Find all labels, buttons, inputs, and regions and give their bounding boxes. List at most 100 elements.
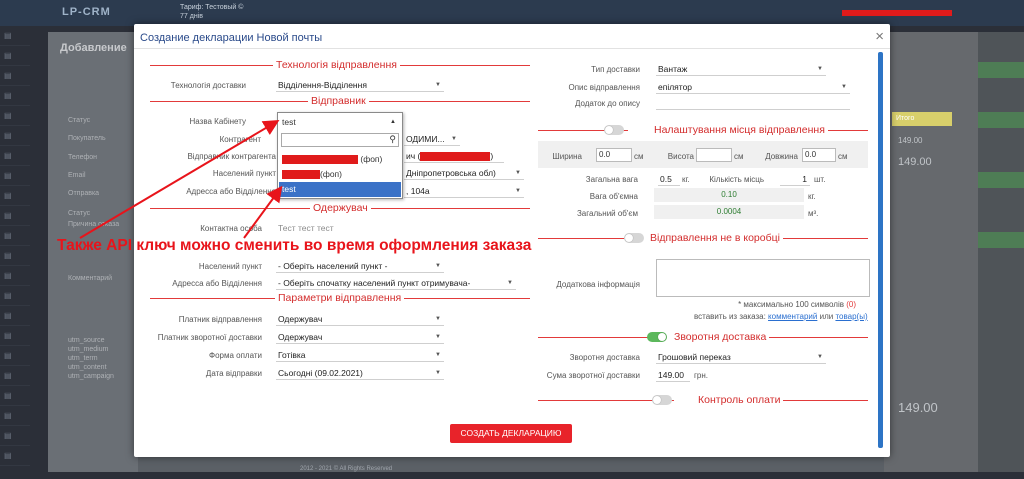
insert-comment-link[interactable]: комментарий xyxy=(768,312,817,321)
extra-info-textarea[interactable] xyxy=(656,259,870,297)
unit-label: шт. xyxy=(814,175,826,184)
bg-label: Причина отказа xyxy=(68,221,120,228)
create-declaration-button[interactable]: СОЗДАТЬ ДЕКЛАРАЦИЮ xyxy=(450,424,572,443)
sidebar-item[interactable]: ▤ xyxy=(0,386,30,406)
sidebar-item[interactable]: ▤ xyxy=(0,306,30,326)
not-in-box-toggle[interactable] xyxy=(624,233,644,243)
bg-utm-label: utm_campaign xyxy=(68,373,114,380)
sidebar-item[interactable]: ▤ xyxy=(0,326,30,346)
search-icon: ⚲ xyxy=(389,134,396,144)
background-totals: Итого 149.00 149.00 149.00 xyxy=(884,32,978,472)
extra-info-label: Додаткова інформація xyxy=(556,280,640,289)
places-input[interactable]: 1 xyxy=(780,172,810,186)
sender-city-select[interactable]: Дніпропетровська обл) ▼ xyxy=(404,166,524,180)
app-sidebar: ▤ ▤ ▤ ▤ ▤ ▤ ▤ ▤ ▤ ▤ ▤ ▤ ▤ ▤ ▤ ▤ ▤ ▤ ▤ ▤ … xyxy=(0,26,30,479)
bg-total-header: Итого xyxy=(892,112,952,126)
delivery-type-label: Тип доставки xyxy=(591,65,640,74)
bg-title: Добавление xyxy=(60,42,127,54)
return-sum-input[interactable]: 149.00 xyxy=(656,368,690,382)
addition-input[interactable] xyxy=(656,96,850,110)
width-input[interactable]: 0.0 xyxy=(596,148,632,162)
sidebar-item[interactable]: ▤ xyxy=(0,26,30,46)
sidebar-item[interactable]: ▤ xyxy=(0,126,30,146)
sidebar-item[interactable]: ▤ xyxy=(0,246,30,266)
height-label: Висота xyxy=(667,152,694,161)
cabinet-search-input[interactable]: ⚲ xyxy=(281,133,399,147)
section-sender: Відправник xyxy=(150,95,530,107)
section-not-in-box: Відправлення не в коробці xyxy=(538,232,868,244)
addition-label: Додаток до опису xyxy=(574,99,640,108)
send-date-label: Дата відправки xyxy=(205,369,262,378)
max-chars-note: * максимально 100 символів (0) xyxy=(738,300,856,309)
bg-total-value: 149.00 xyxy=(898,156,932,168)
delivery-type-select[interactable]: Вантаж ▼ xyxy=(656,62,826,76)
cabinet-selected[interactable]: test ▲ xyxy=(280,115,400,129)
places-label: Кількість місць xyxy=(709,175,764,184)
return-delivery-label: Зворотня доставка xyxy=(569,353,640,362)
sidebar-item[interactable]: ▤ xyxy=(0,86,30,106)
cabinet-dropdown[interactable]: test ▲ ⚲ (фоп) (фоп) test xyxy=(277,112,403,199)
section-place-settings: Налаштування місця відправлення xyxy=(538,124,868,136)
sidebar-item[interactable]: ▤ xyxy=(0,106,30,126)
unit-label: кг. xyxy=(808,192,816,201)
bg-label: Статус xyxy=(68,117,91,124)
volume-label: Загальний об'єм xyxy=(576,209,638,218)
sidebar-item[interactable]: ▤ xyxy=(0,286,30,306)
section-receiver: Одержувач xyxy=(150,202,530,214)
return-delivery-toggle[interactable] xyxy=(647,332,667,342)
bg-label: Комментарий xyxy=(68,275,113,282)
sidebar-item[interactable]: ▤ xyxy=(0,226,30,246)
insert-goods-link[interactable]: товар(ы) xyxy=(835,312,867,321)
sidebar-item[interactable]: ▤ xyxy=(0,146,30,166)
return-sum-label: Сума зворотної доставки xyxy=(546,371,640,380)
unit-label: грн. xyxy=(694,371,709,380)
sender-address-label: Адресса або Відділення xyxy=(186,187,276,196)
cabinet-option[interactable]: (фоп) xyxy=(279,152,401,167)
sidebar-item[interactable]: ▤ xyxy=(0,66,30,86)
sidebar-item[interactable]: ▤ xyxy=(0,426,30,446)
payment-form-select[interactable]: Готівка ▼ xyxy=(276,348,444,362)
send-date-select[interactable]: Сьогодні (09.02.2021) ▼ xyxy=(276,366,444,380)
sidebar-item[interactable]: ▤ xyxy=(0,366,30,386)
bg-green-cell xyxy=(978,172,1024,188)
sidebar-item[interactable]: ▤ xyxy=(0,166,30,186)
contact-label: Контактна особа xyxy=(200,224,262,233)
return-payer-label: Платник зворотної доставки xyxy=(157,333,262,342)
return-payer-select[interactable]: Одержувач ▼ xyxy=(276,330,444,344)
close-icon[interactable]: × xyxy=(875,28,884,45)
annotation-text: Также API ключ можно сменить во время оф… xyxy=(57,237,532,254)
sidebar-item[interactable]: ▤ xyxy=(0,266,30,286)
background-far-column xyxy=(978,32,1024,472)
return-delivery-select[interactable]: Грошовий переказ ▼ xyxy=(656,350,826,364)
section-technology: Технологія відправлення xyxy=(150,59,530,71)
sender-address-select[interactable]: , 104а ▼ xyxy=(404,184,524,198)
sidebar-item[interactable]: ▤ xyxy=(0,46,30,66)
weight-input[interactable]: 0.5 xyxy=(658,172,680,186)
receiver-city-select[interactable]: - Оберіть населений пункт - ▼ xyxy=(276,259,444,273)
payer-select[interactable]: Одержувач ▼ xyxy=(276,312,444,326)
sidebar-item[interactable]: ▤ xyxy=(0,406,30,426)
tech-select[interactable]: Відділення-Відділення ▼ xyxy=(276,78,444,92)
sidebar-item[interactable]: ▤ xyxy=(0,446,30,466)
receiver-address-select[interactable]: - Оберіть спочатку населений пункт отрим… xyxy=(276,276,516,290)
length-input[interactable]: 0.0 xyxy=(802,148,836,162)
description-select[interactable]: епілятор ▼ xyxy=(656,80,850,94)
cabinet-option-highlighted[interactable]: test xyxy=(279,182,401,197)
height-input[interactable] xyxy=(696,148,732,162)
kontragent-select[interactable]: ОДИМИ... ▼ xyxy=(404,132,460,146)
scrollbar[interactable] xyxy=(878,52,883,448)
app-logo: LP-CRM xyxy=(62,6,111,18)
bg-utm-label: utm_medium xyxy=(68,346,109,353)
sidebar-item[interactable]: ▤ xyxy=(0,206,30,226)
tech-label: Технологія доставки xyxy=(170,81,246,90)
payment-control-toggle[interactable] xyxy=(652,395,672,405)
description-label: Опис відправлення xyxy=(568,83,640,92)
sender-contact-select[interactable]: ич () xyxy=(404,149,504,163)
place-settings-toggle[interactable] xyxy=(604,125,624,135)
cabinet-option[interactable]: (фоп) xyxy=(279,167,401,182)
contact-input[interactable]: Тест тест тест xyxy=(276,221,444,235)
redacted-user-bar xyxy=(842,10,952,16)
payer-label: Платник відправлення xyxy=(178,315,262,324)
sidebar-item[interactable]: ▤ xyxy=(0,186,30,206)
sidebar-item[interactable]: ▤ xyxy=(0,346,30,366)
